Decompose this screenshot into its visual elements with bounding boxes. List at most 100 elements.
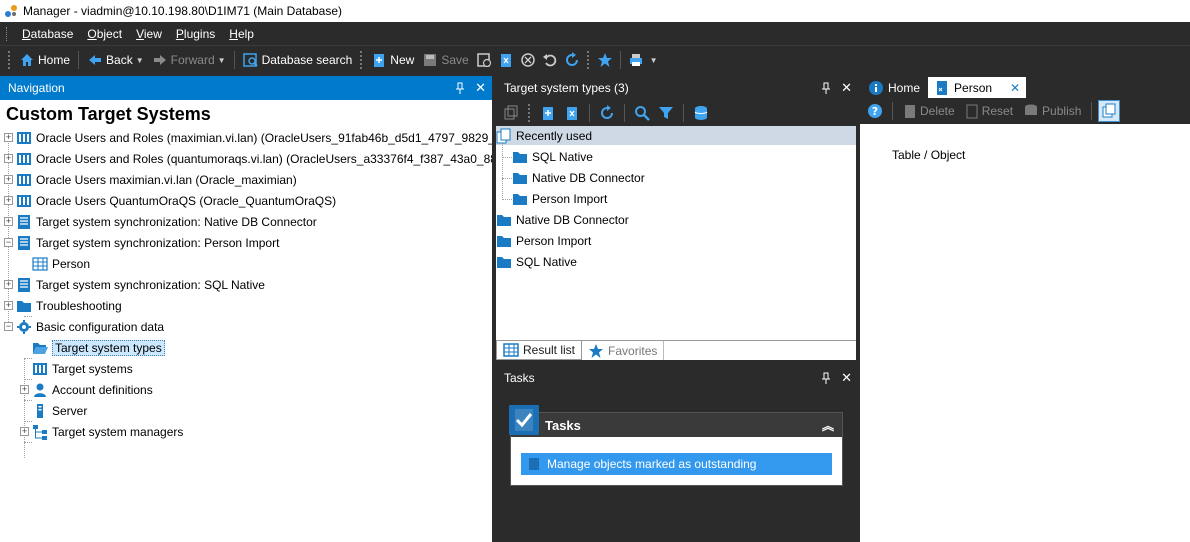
chevron-down-icon[interactable]: ▼: [650, 56, 658, 65]
menu-plugins[interactable]: Plugins: [169, 27, 222, 41]
expand-icon[interactable]: +: [20, 385, 29, 394]
database-icon[interactable]: [690, 102, 712, 124]
forward-arrow-icon: [153, 55, 166, 65]
forward-button[interactable]: Forward ▼: [148, 49, 230, 71]
tree-item-person[interactable]: Person: [32, 253, 90, 274]
recent-documents-icon: [496, 128, 511, 143]
help-icon[interactable]: ?: [864, 100, 886, 122]
delete-button[interactable]: Delete: [899, 100, 959, 122]
filter-icon[interactable]: [655, 102, 677, 124]
reset-button[interactable]: Reset: [961, 100, 1017, 122]
tree-item-target-system-managers[interactable]: + Target system managers: [20, 421, 183, 442]
toolbar-grip: [360, 51, 363, 69]
result-item-sql-native-recent[interactable]: SQL Native: [512, 146, 593, 167]
tree-item-sync-native-db[interactable]: + Target system synchronization: Native …: [4, 211, 317, 232]
tree-item-sync-sql-native[interactable]: + Target system synchronization: SQL Nat…: [4, 274, 265, 295]
tree-item-oracle-users-maximian[interactable]: + Oracle Users maximian.vi.lan (Oracle_m…: [4, 169, 297, 190]
tab-favorites[interactable]: Favorites: [582, 341, 665, 360]
result-item-sql-native[interactable]: SQL Native: [496, 251, 577, 272]
refresh-icon[interactable]: [561, 49, 583, 71]
menu-view[interactable]: View: [129, 27, 169, 41]
print-icon[interactable]: [625, 49, 647, 71]
delete-document-icon[interactable]: [561, 102, 583, 124]
tree-item-target-system-types[interactable]: Target system types: [32, 337, 165, 358]
expand-icon[interactable]: +: [4, 133, 13, 142]
close-icon[interactable]: ✕: [475, 80, 486, 96]
menu-help[interactable]: Help: [222, 27, 261, 41]
search-icon[interactable]: [631, 102, 653, 124]
close-icon[interactable]: ✕: [841, 80, 852, 96]
result-item-native-db[interactable]: Native DB Connector: [496, 209, 629, 230]
tasks-card-header[interactable]: Tasks ︽: [509, 405, 842, 437]
tree-item-sync-person-import[interactable]: − Target system synchronization: Person …: [4, 232, 279, 253]
tree-item-oracle-users-quantum[interactable]: + Oracle Users QuantumOraQS (Oracle_Quan…: [4, 190, 336, 211]
sync-project-icon: [18, 277, 30, 292]
tree-item-oracle-users-roles-maximian[interactable]: + Oracle Users and Roles (maximian.vi.la…: [4, 127, 515, 148]
tree-item-target-systems[interactable]: Target systems: [32, 358, 133, 379]
menu-database[interactable]: Database: [15, 27, 80, 41]
tasks-header: Tasks ✕: [496, 366, 858, 390]
chevron-down-icon[interactable]: ▼: [218, 56, 226, 65]
pin-icon[interactable]: [455, 82, 465, 94]
hierarchy-icon: [33, 424, 47, 440]
folder-icon: [497, 235, 511, 247]
grid-icon: [503, 343, 519, 357]
tree-item-troubleshooting[interactable]: + Troubleshooting: [4, 295, 122, 316]
tree-item-oracle-users-roles-quantum[interactable]: + Oracle Users and Roles (quantumoraqs.v…: [4, 148, 510, 169]
expand-icon[interactable]: +: [4, 175, 13, 184]
copy-icon[interactable]: [1098, 100, 1121, 122]
tab-person[interactable]: Person ✕: [928, 77, 1027, 98]
tab-home[interactable]: Home: [862, 77, 926, 98]
home-button[interactable]: Home: [15, 49, 74, 71]
sync-project-icon: [18, 214, 30, 229]
new-button[interactable]: New: [367, 49, 418, 71]
new-document-icon[interactable]: [537, 102, 559, 124]
delete-document-icon[interactable]: [495, 49, 517, 71]
expand-icon[interactable]: +: [4, 301, 13, 310]
expand-icon[interactable]: +: [20, 427, 29, 436]
chevron-down-icon[interactable]: ▼: [136, 56, 144, 65]
cancel-icon[interactable]: [517, 49, 539, 71]
title-bar: Manager - viadmin@10.10.198.80\D1IM71 (M…: [0, 0, 1190, 22]
folder-icon: [17, 300, 31, 312]
close-icon[interactable]: ✕: [1010, 81, 1020, 95]
result-item-person-import[interactable]: Person Import: [496, 230, 591, 251]
folder-open-icon: [33, 342, 48, 354]
result-item-person-import-recent[interactable]: Person Import: [512, 188, 607, 209]
history-icon[interactable]: [473, 49, 495, 71]
collapse-icon[interactable]: −: [4, 238, 13, 247]
window-title: Manager - viadmin@10.10.198.80\D1IM71 (M…: [23, 4, 343, 18]
undo-icon[interactable]: [539, 49, 561, 71]
svg-text:?: ?: [872, 105, 878, 118]
back-button[interactable]: Back ▼: [83, 49, 148, 71]
folder-icon: [497, 256, 511, 268]
database-search-button[interactable]: Database search: [239, 49, 357, 71]
result-item-native-db-recent[interactable]: Native DB Connector: [512, 167, 645, 188]
recently-used-group[interactable]: Recently used: [496, 125, 592, 146]
pin-icon[interactable]: [821, 372, 831, 384]
expand-icon[interactable]: +: [4, 154, 13, 163]
menu-object[interactable]: Object: [80, 27, 129, 41]
refresh-icon[interactable]: [596, 102, 618, 124]
favorite-star-icon[interactable]: [594, 49, 616, 71]
target-system-icon: [17, 194, 31, 207]
copy-icon[interactable]: [500, 102, 522, 124]
pin-icon[interactable]: [821, 82, 831, 94]
expand-icon[interactable]: +: [4, 196, 13, 205]
result-list: Recently used SQL Native Native DB Conne…: [496, 126, 856, 340]
main-toolbar: Home Back ▼ Forward ▼ Database search New …: [0, 46, 1190, 74]
publish-button[interactable]: Publish: [1019, 100, 1085, 122]
tree-item-account-definitions[interactable]: + Account definitions: [20, 379, 153, 400]
manage-outstanding-task[interactable]: Manage objects marked as outstanding: [521, 453, 832, 475]
target-system-types-header: Target system types (3) ✕: [496, 76, 858, 100]
tab-result-list[interactable]: Result list: [496, 341, 583, 360]
tree-item-basic-configuration[interactable]: − Basic configuration data: [4, 316, 164, 337]
collapse-chevron-icon[interactable]: ︽: [822, 417, 834, 434]
collapse-icon[interactable]: −: [4, 322, 13, 331]
close-icon[interactable]: ✕: [841, 370, 852, 386]
expand-icon[interactable]: +: [4, 280, 13, 289]
tree-item-server[interactable]: Server: [32, 400, 87, 421]
folder-icon: [497, 214, 511, 226]
save-button[interactable]: Save: [418, 49, 472, 71]
expand-icon[interactable]: +: [4, 217, 13, 226]
